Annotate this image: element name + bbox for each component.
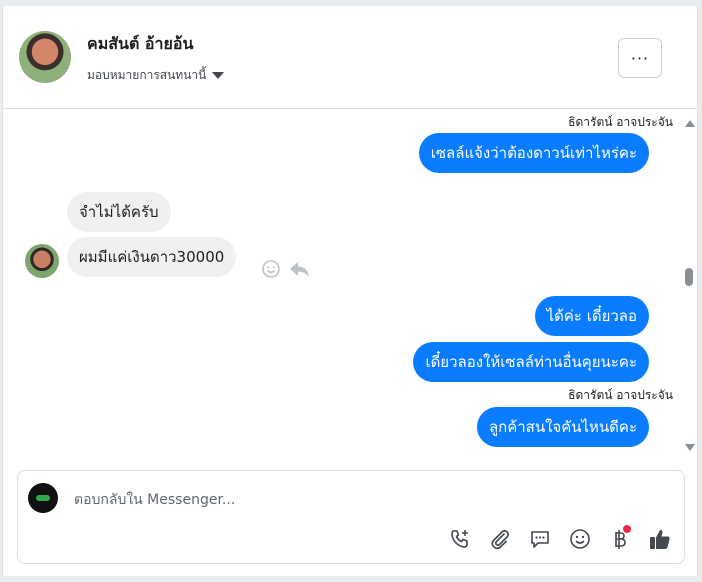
message-bubble-incoming[interactable]: จำไม่ได้ครับ [67, 192, 171, 232]
page-avatar [28, 483, 58, 513]
message-bubble-outgoing[interactable]: เดี๋ยวลองให้เซลล์ท่านอื่นคุยนะคะ [413, 342, 649, 382]
assign-label: มอบหมายการสนทนานี้ [87, 68, 207, 82]
thread-scrollbar[interactable] [683, 114, 697, 452]
more-options-button[interactable]: ··· [618, 38, 662, 78]
contact-avatar-small [25, 244, 59, 278]
reply-input[interactable] [72, 487, 636, 513]
payment-icon[interactable] [608, 525, 632, 551]
call-add-icon[interactable] [448, 527, 472, 551]
scroll-down-arrow-icon[interactable] [685, 444, 695, 451]
message-sender-name: ธิดารัตน์ อาจประจัน [568, 115, 673, 129]
caret-down-icon [212, 72, 225, 79]
message-sender-name: ธิดารัตน์ อาจประจัน [568, 388, 673, 402]
scroll-up-arrow-icon[interactable] [685, 120, 695, 127]
notification-badge [623, 525, 631, 533]
message-thread[interactable]: ธิดารัตน์ อาจประจัน เซลล์แจ้งว่าต้องดาวน… [3, 109, 697, 459]
reply-icon[interactable] [289, 259, 311, 283]
contact-avatar[interactable] [19, 31, 71, 83]
assign-conversation-dropdown[interactable]: มอบหมายการสนทนานี้ [87, 66, 225, 85]
attachment-icon[interactable] [488, 527, 512, 551]
like-icon[interactable] [648, 527, 672, 551]
message-bubble-outgoing[interactable]: เซลล์แจ้งว่าต้องดาวน์เท่าไหร่คะ [418, 133, 649, 173]
scrollbar-thumb[interactable] [685, 268, 693, 286]
emoji-icon[interactable] [568, 527, 592, 551]
messenger-conversation-panel: คมสันต์ อ้ายอ้น มอบหมายการสนทนานี้ ··· ธ… [2, 6, 698, 576]
reply-composer [17, 470, 685, 564]
message-bubble-incoming[interactable]: ผมมีแค่เงินดาว30000 [67, 237, 237, 277]
message-hover-actions [261, 259, 311, 283]
conversation-header: คมสันต์ อ้ายอ้น มอบหมายการสนทนานี้ ··· [3, 6, 697, 109]
saved-reply-icon[interactable] [528, 527, 552, 551]
message-bubble-outgoing[interactable]: ได้ค่ะ เดี๋ยวลอ [534, 296, 649, 336]
react-emoji-icon[interactable] [261, 259, 281, 283]
message-bubble-outgoing[interactable]: ลูกค้าสนใจคันไหนดีคะ [476, 407, 649, 447]
contact-name[interactable]: คมสันต์ อ้ายอ้น [87, 32, 193, 57]
more-icon: ··· [630, 48, 650, 68]
